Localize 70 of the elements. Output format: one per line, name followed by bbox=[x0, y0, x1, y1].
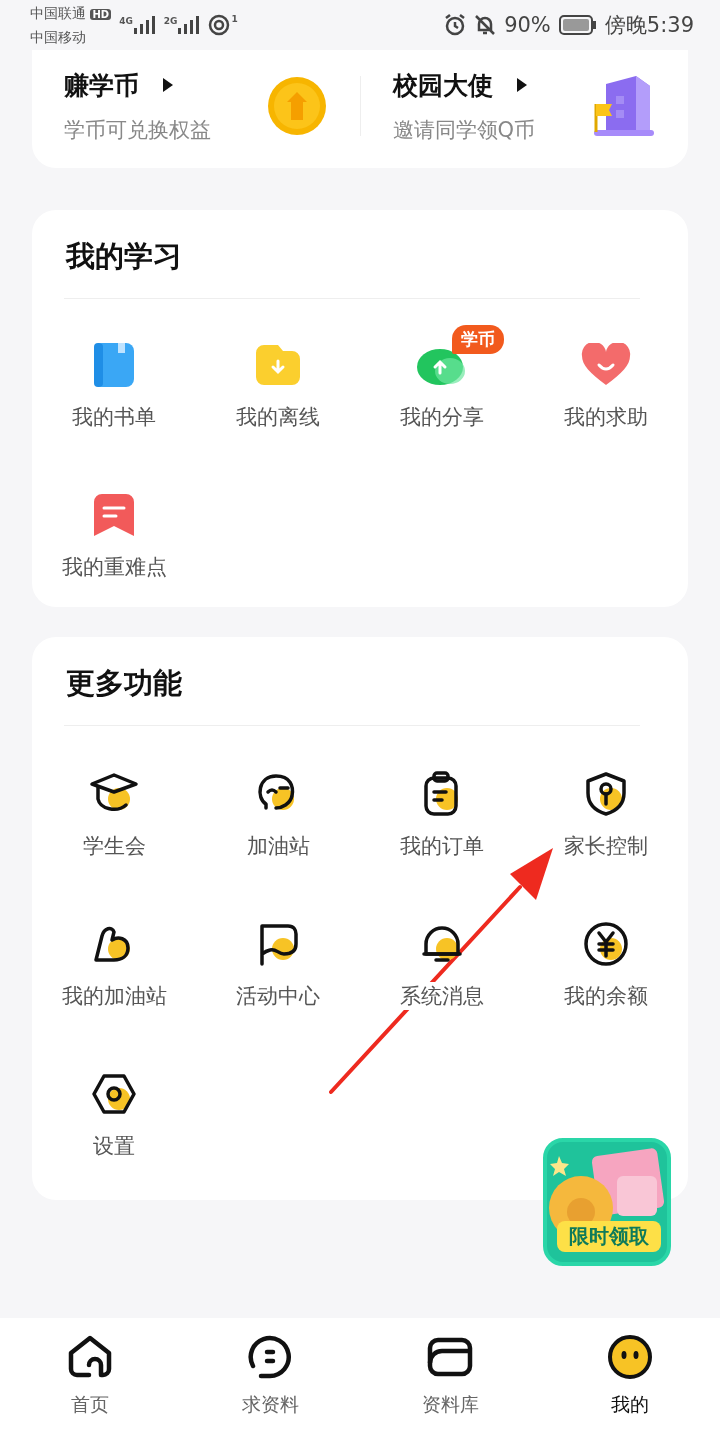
feature-item[interactable]: 活动中心 bbox=[196, 902, 360, 1010]
flexed-arm-icon bbox=[94, 926, 130, 962]
carrier-name: 中国联通 HD bbox=[30, 4, 112, 23]
book-icon bbox=[94, 343, 134, 387]
network-type: 2G bbox=[163, 16, 178, 26]
feature-item[interactable]: 我的加油站 bbox=[32, 902, 196, 1010]
coin-badge: 学币 bbox=[452, 325, 504, 354]
promo-tile[interactable]: 校园大使 邀请同学领Q币 bbox=[392, 68, 656, 144]
clipboard-icon bbox=[424, 771, 458, 816]
tab-item[interactable]: 资料库 bbox=[395, 1334, 505, 1440]
tab-label: 我的 bbox=[611, 1392, 649, 1417]
alarm-icon bbox=[444, 14, 467, 36]
feature-item[interactable]: 家长控制 bbox=[524, 752, 688, 860]
play-triangle-icon bbox=[516, 78, 527, 92]
feature-item[interactable]: 我的重难点 bbox=[32, 473, 196, 581]
cloud-upload-icon bbox=[417, 349, 465, 385]
shield-key-icon bbox=[586, 772, 626, 816]
promo-title: 赚学币 bbox=[64, 69, 139, 102]
bell-icon bbox=[422, 926, 462, 962]
smiley-avatar-icon bbox=[607, 1334, 653, 1380]
feature-label: 我的重难点 bbox=[61, 553, 167, 581]
muted-bell-icon bbox=[474, 14, 497, 36]
signal-icon bbox=[178, 16, 201, 34]
section-title: 更多功能 bbox=[65, 665, 183, 702]
battery-percent: 90% bbox=[504, 13, 551, 37]
graduation-cap-icon bbox=[90, 773, 138, 811]
promo-badge[interactable]: 限时领取 bbox=[543, 1138, 671, 1266]
building-flag-icon bbox=[594, 76, 654, 136]
chat-bubble-icon bbox=[247, 1334, 293, 1380]
tab-item[interactable]: 我的 bbox=[575, 1334, 685, 1440]
tab-item[interactable]: 求资料 bbox=[215, 1334, 325, 1440]
coin-icon bbox=[267, 77, 326, 135]
hexagon-nut-icon bbox=[92, 1074, 136, 1114]
folder-icon bbox=[256, 345, 300, 385]
carrier-name: 中国移动 bbox=[30, 28, 87, 47]
yen-coin-icon bbox=[584, 922, 628, 966]
feature-item[interactable]: 我的离线 bbox=[196, 323, 360, 431]
bookmark-note-icon bbox=[94, 494, 134, 536]
feature-item[interactable]: 加油站 bbox=[196, 752, 360, 860]
feature-item[interactable]: 设置 bbox=[32, 1052, 196, 1160]
tab-label: 求资料 bbox=[241, 1392, 299, 1417]
home-icon bbox=[67, 1334, 113, 1380]
promo-tile[interactable]: 赚学币 学币可兑换权益 bbox=[64, 68, 328, 144]
tab-label: 首页 bbox=[71, 1392, 109, 1417]
network-type: 4G bbox=[119, 16, 133, 26]
feature-item[interactable]: 我的书单 bbox=[32, 323, 196, 431]
clock-time: 傍晚5:39 bbox=[604, 12, 694, 39]
tab-label: 资料库 bbox=[421, 1392, 479, 1417]
battery-icon bbox=[558, 15, 597, 35]
hotspot-icon bbox=[208, 14, 231, 36]
feature-item[interactable]: 学币 我的分享 bbox=[360, 323, 524, 431]
hotspot-count: 1 bbox=[231, 14, 238, 24]
tab-item[interactable]: 首页 bbox=[35, 1334, 145, 1440]
section-title: 我的学习 bbox=[64, 238, 183, 275]
feature-item[interactable]: 学生会 bbox=[32, 752, 196, 860]
flag-icon bbox=[260, 924, 298, 966]
promo-title: 校园大使 bbox=[392, 69, 493, 102]
feature-label: 系统消息 bbox=[400, 982, 484, 1010]
promo-subtitle: 邀请同学领Q币 bbox=[392, 116, 536, 144]
feature-item[interactable]: 我的订单 bbox=[360, 752, 524, 860]
promo-badge-label: 限时领取 bbox=[557, 1221, 661, 1252]
signal-icon bbox=[133, 16, 156, 34]
feature-item[interactable]: 我的求助 bbox=[524, 323, 688, 431]
feature-item[interactable]: 我的余额 bbox=[524, 902, 688, 1010]
promo-subtitle: 学币可兑换权益 bbox=[64, 116, 211, 144]
face-icon bbox=[258, 774, 295, 810]
play-triangle-icon bbox=[163, 78, 173, 92]
heart-icon bbox=[581, 343, 631, 385]
hd-badge: HD bbox=[90, 9, 112, 20]
feature-item[interactable]: 系统消息 bbox=[360, 902, 524, 1010]
